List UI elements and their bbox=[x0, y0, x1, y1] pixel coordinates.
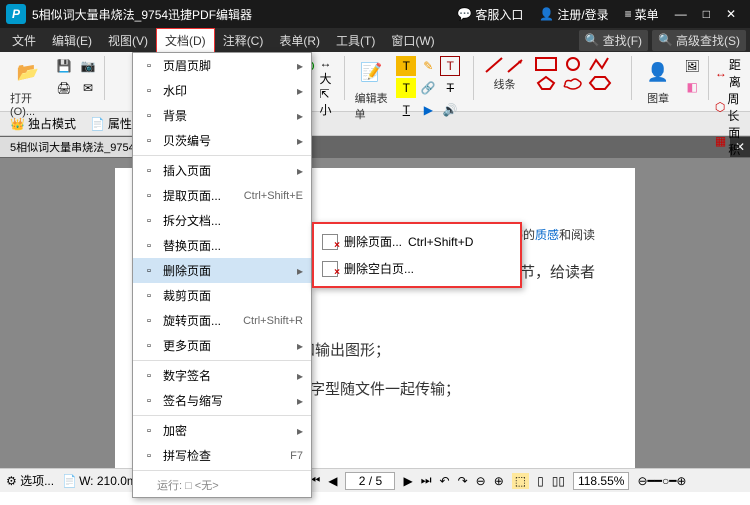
text-tool[interactable]: T bbox=[396, 56, 416, 76]
statusbar: ⚙ 选项... 📄 W: 210.0mm H: 297.0mm ✛ X: Y: … bbox=[0, 468, 750, 492]
menu-item[interactable]: ▫签名与缩写▸ bbox=[133, 388, 311, 413]
last-page-icon[interactable]: ⏭ bbox=[421, 473, 432, 488]
delete-blank-pages-item[interactable]: 删除空白页... bbox=[314, 255, 520, 282]
prev-page-icon[interactable]: ◀ bbox=[328, 474, 337, 488]
circle-shape[interactable] bbox=[561, 56, 585, 72]
delete-page-icon bbox=[322, 234, 338, 250]
delete-blank-page-icon bbox=[322, 261, 338, 277]
login-button[interactable]: 👤注册/登录 bbox=[531, 6, 616, 23]
print-icon[interactable]: 🖨 bbox=[54, 78, 74, 98]
document-menu-dropdown: ▫页眉页脚▸▫水印▸▫背景▸▫贝茨编号▸ ▫插入页面▸▫提取页面...Ctrl+S… bbox=[132, 52, 312, 498]
video-tool[interactable]: ▶ bbox=[418, 100, 438, 120]
find-button[interactable]: 🔍查找(F) bbox=[579, 30, 648, 51]
maximize-button[interactable]: □ bbox=[695, 7, 718, 21]
menu-item[interactable]: ▫页眉页脚▸ bbox=[133, 53, 311, 78]
cloud-shape[interactable] bbox=[561, 75, 585, 91]
menu-item[interactable]: ▫加密▸ bbox=[133, 418, 311, 443]
menu-item[interactable]: ▫水印▸ bbox=[133, 78, 311, 103]
menu-tools[interactable]: 工具(T) bbox=[328, 29, 383, 52]
document-tab[interactable]: 5相似词大量串烧法_9754 bbox=[0, 137, 146, 157]
arrow-shape[interactable] bbox=[506, 56, 526, 74]
menu-button[interactable]: ≡菜单 bbox=[617, 6, 667, 23]
window-title: 5相似词大量串烧法_9754迅捷PDF编辑器 bbox=[32, 6, 449, 23]
menu-view[interactable]: 视图(V) bbox=[100, 29, 156, 52]
document-area: 版书的质感和阅读 任意调节，给读者 成： ，用以生成和输出图形； 字型嵌入系统，… bbox=[0, 158, 750, 468]
forward-icon[interactable]: ↷ bbox=[458, 474, 468, 488]
menubar: 文件 编辑(E) 视图(V) 文档(D) 注释(C) 表单(R) 工具(T) 窗… bbox=[0, 28, 750, 52]
open-icon[interactable]: 📂 bbox=[12, 56, 44, 88]
email-icon[interactable]: ✉ bbox=[78, 78, 98, 98]
app-logo: P bbox=[6, 4, 26, 24]
scan-icon[interactable]: 📷 bbox=[78, 56, 98, 76]
menu-item[interactable]: ▫拆分文档... bbox=[133, 208, 311, 233]
menu-item[interactable]: ▫拼写检查F7 bbox=[133, 443, 311, 468]
perimeter-tool[interactable]: ⬡周长 bbox=[715, 90, 744, 124]
zoom-display[interactable]: 118.55% bbox=[573, 472, 629, 490]
highlight2-tool[interactable]: T bbox=[396, 78, 416, 98]
zoom-out-icon[interactable]: ⊖ bbox=[476, 474, 486, 488]
open-label: 打开(O)... bbox=[10, 90, 46, 118]
shape-tools bbox=[534, 56, 626, 91]
menu-item[interactable]: ▫更多页面▸ bbox=[133, 333, 311, 358]
line-shape[interactable] bbox=[484, 56, 504, 74]
menu-item[interactable]: ▫数字签名▸ bbox=[133, 363, 311, 388]
options-button[interactable]: ⚙ 选项... bbox=[6, 472, 54, 489]
menu-comment[interactable]: 注释(C) bbox=[215, 29, 272, 52]
link-tool[interactable]: 🔗 bbox=[418, 78, 438, 98]
image-tool[interactable]: 🖼 bbox=[682, 56, 702, 76]
advanced-find-button[interactable]: 🔍高级查找(S) bbox=[652, 30, 746, 51]
delete-page-submenu: 删除页面... Ctrl+Shift+D 删除空白页... bbox=[312, 222, 522, 288]
minimize-button[interactable]: — bbox=[667, 7, 695, 21]
polygon-shape[interactable] bbox=[534, 75, 558, 91]
highlight-tool[interactable]: ✎ bbox=[418, 56, 438, 76]
fit-page-icon[interactable]: ⇱小 bbox=[319, 87, 337, 118]
hexagon-shape[interactable] bbox=[588, 75, 612, 91]
menu-item[interactable]: ▫提取页面...Ctrl+Shift+E bbox=[133, 183, 311, 208]
menu-file[interactable]: 文件 bbox=[4, 29, 44, 52]
layout2-icon[interactable]: ▯▯ bbox=[552, 474, 565, 488]
next-page-icon[interactable]: ▶ bbox=[403, 474, 412, 488]
menu-document[interactable]: 文档(D) bbox=[156, 28, 215, 52]
stamp-icon[interactable]: 👤 bbox=[642, 56, 674, 88]
toolbar: 📂 打开(O)... 💾 🖨 📷 ✉ 55%▾ ⊕ ⊖ ↔大 ⇱小 📝 编辑表单… bbox=[0, 52, 750, 112]
titlebar: P 5相似词大量串烧法_9754迅捷PDF编辑器 💬客服入口 👤注册/登录 ≡菜… bbox=[0, 0, 750, 28]
zoom-slider[interactable]: ⊖━━○━⊕ bbox=[637, 474, 686, 488]
back-icon[interactable]: ↶ bbox=[440, 474, 450, 488]
menu-edit[interactable]: 编辑(E) bbox=[44, 29, 100, 52]
textbox-tool[interactable]: T bbox=[440, 56, 460, 76]
customer-service-button[interactable]: 💬客服入口 bbox=[449, 6, 531, 23]
menu-item[interactable]: ▫替换页面... bbox=[133, 233, 311, 258]
fit-width-icon[interactable]: ↔大 bbox=[319, 56, 337, 87]
underline-tool[interactable]: T bbox=[396, 100, 416, 120]
menu-item[interactable]: ▫插入页面▸ bbox=[133, 158, 311, 183]
menu-form[interactable]: 表单(R) bbox=[271, 29, 328, 52]
tab-strip: 5相似词大量串烧法_9754 ✕ bbox=[0, 136, 750, 158]
run-line[interactable]: 运行: □ <无> bbox=[133, 473, 311, 497]
polyline-shape[interactable] bbox=[588, 56, 612, 72]
distance-tool[interactable]: ↔距离 bbox=[715, 56, 744, 90]
sound-tool[interactable]: 🔊 bbox=[440, 100, 460, 120]
zoom-in-icon[interactable]: ⊕ bbox=[494, 474, 504, 488]
eraser-tool[interactable]: ◧ bbox=[682, 77, 702, 97]
delete-pages-item[interactable]: 删除页面... Ctrl+Shift+D bbox=[314, 228, 520, 255]
strikeout-tool[interactable]: T bbox=[440, 78, 460, 98]
save-icon[interactable]: 💾 bbox=[54, 56, 74, 76]
menu-item[interactable]: ▫裁剪页面 bbox=[133, 283, 311, 308]
layout1-icon[interactable]: ▯ bbox=[537, 474, 544, 488]
page-input[interactable] bbox=[345, 472, 395, 490]
fit-icon[interactable]: ⬚ bbox=[512, 473, 529, 489]
area-tool[interactable]: ▦面积 bbox=[715, 124, 744, 158]
menu-window[interactable]: 窗口(W) bbox=[383, 29, 442, 52]
annotation-tools: T ✎ T T 🔗 T T ▶ 🔊 bbox=[396, 56, 466, 120]
menu-item[interactable]: ▫旋转页面...Ctrl+Shift+R bbox=[133, 308, 311, 333]
menu-item[interactable]: ▫删除页面▸ bbox=[133, 258, 311, 283]
menu-item[interactable]: ▫背景▸ bbox=[133, 103, 311, 128]
rect-shape[interactable] bbox=[534, 56, 558, 72]
edit-form-icon[interactable]: 📝 bbox=[355, 56, 387, 88]
menu-item[interactable]: ▫贝茨编号▸ bbox=[133, 128, 311, 153]
close-button[interactable]: ✕ bbox=[718, 7, 744, 21]
